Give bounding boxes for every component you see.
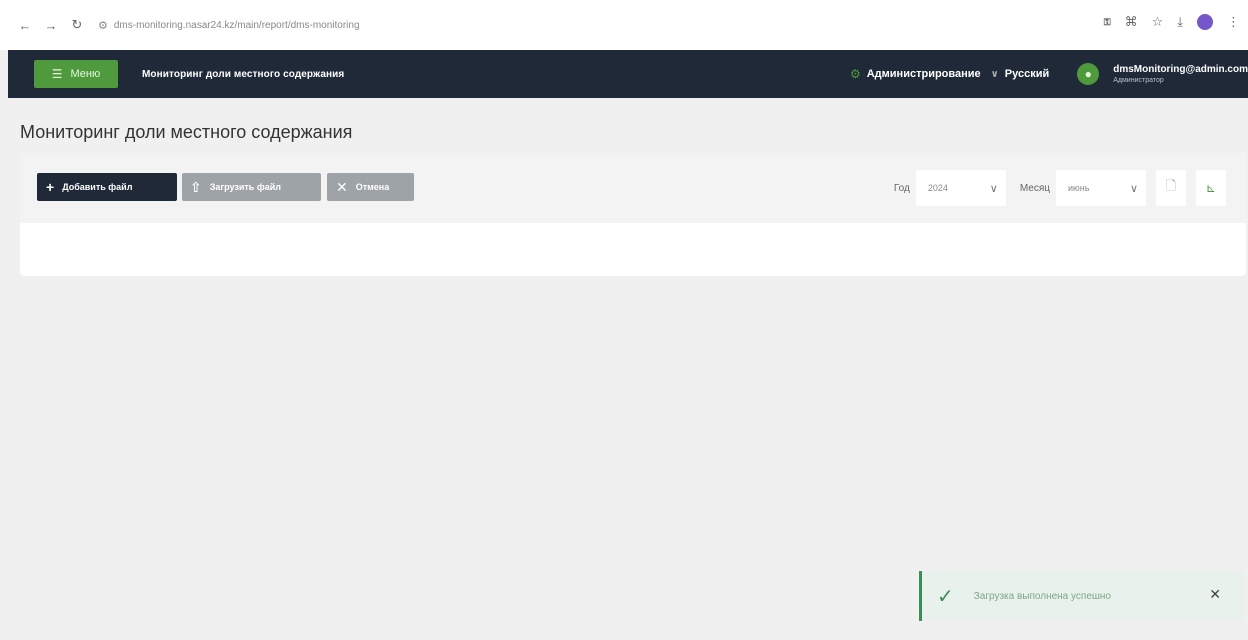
gear-icon: ⚙ [849, 67, 861, 81]
add-file-label: Добавить файл [62, 182, 133, 192]
close-icon: ✕ [336, 178, 348, 195]
year-select[interactable]: 2024 ∨ [915, 170, 1006, 206]
address-bar[interactable]: ⚙ dms-monitoring.nasar24.kz/main/report/… [98, 11, 428, 39]
chart-icon[interactable]: ⊾ [1196, 170, 1226, 206]
password-key-icon[interactable]: ⚿ [1104, 17, 1111, 28]
upload-icon: ⇧ [190, 178, 202, 195]
content-card: + Добавить файл ⇧ Загрузить файл ✕ Отмен… [20, 153, 1246, 276]
browser-menu-icon[interactable]: ⋮ [1227, 14, 1240, 30]
filters: Год 2024 ∨ Месяц июнь ∨ 🗋 ⊾ [894, 170, 1226, 206]
cancel-button[interactable]: ✕ Отмена [327, 173, 414, 201]
month-label: Месяц [1019, 182, 1050, 194]
browser-actions: ⚿ ⌘ ☆ ⤓ ⋮ [1104, 14, 1240, 30]
month-value: июнь [1068, 183, 1090, 193]
admin-link[interactable]: ⚙ Администрирование [850, 67, 981, 81]
toast-message: Загрузка выполнена успешно [973, 590, 1111, 602]
chevron-down-icon: ∨ [990, 68, 999, 80]
menu-button-label: Меню [70, 68, 101, 80]
user-role: Администратор [1113, 77, 1164, 84]
hamburger-icon: ☰ [51, 67, 63, 81]
card-toolbar: + Добавить файл ⇧ Загрузить файл ✕ Отмен… [20, 153, 1246, 223]
chevron-down-icon: ∨ [1129, 182, 1138, 195]
download-icon[interactable]: ⤓ [1177, 14, 1183, 30]
year-label: Год [893, 182, 910, 194]
chevron-down-icon: ∨ [989, 182, 998, 195]
profile-avatar-icon[interactable] [1197, 14, 1213, 30]
page-title: Мониторинг доли местного содержания [20, 122, 353, 142]
plus-icon: + [46, 179, 55, 195]
admin-label: Администрирование [866, 68, 981, 80]
language-label: Русский [1004, 68, 1050, 80]
language-selector[interactable]: ∨ Русский [991, 68, 1050, 80]
user-avatar-icon: ● [1077, 63, 1100, 85]
reload-icon[interactable]: ↻ [66, 14, 88, 36]
check-icon: ✓ [937, 585, 954, 608]
close-icon[interactable]: ✕ [1209, 586, 1221, 603]
year-value: 2024 [927, 183, 948, 193]
url-text: dms-monitoring.nasar24.kz/main/report/dm… [113, 19, 360, 31]
browser-toolbar: ← → ↻ ⚙ dms-monitoring.nasar24.kz/main/r… [0, 0, 1248, 50]
menu-button[interactable]: ☰ Меню [34, 60, 118, 88]
header-right: ⚙ Администрирование ∨ Русский ● dmsMonit… [850, 50, 1248, 98]
success-toast: ✓ Загрузка выполнена успешно ✕ [919, 571, 1245, 621]
add-file-button[interactable]: + Добавить файл [37, 173, 177, 201]
app-header: ☰ Меню Мониторинг доли местного содержан… [8, 50, 1248, 98]
upload-file-label: Загрузить файл [209, 182, 281, 192]
user-info: dmsMonitoring@admin.com Администратор [1113, 64, 1248, 84]
site-settings-icon[interactable]: ⚙ [98, 19, 108, 32]
translate-icon[interactable]: ⌘ [1125, 14, 1138, 30]
app-title: Мониторинг доли местного содержания [142, 68, 345, 80]
document-icon[interactable]: 🗋 [1156, 170, 1186, 206]
user-name: dmsMonitoring@admin.com [1113, 64, 1248, 75]
back-icon[interactable]: ← [14, 14, 36, 36]
user-menu[interactable]: ● dmsMonitoring@admin.com Администратор [1077, 63, 1248, 85]
month-select[interactable]: июнь ∨ [1056, 170, 1146, 206]
bookmark-star-icon[interactable]: ☆ [1152, 14, 1164, 30]
cancel-label: Отмена [355, 182, 390, 192]
upload-file-button[interactable]: ⇧ Загрузить файл [182, 173, 321, 201]
forward-icon[interactable]: → [40, 14, 62, 36]
